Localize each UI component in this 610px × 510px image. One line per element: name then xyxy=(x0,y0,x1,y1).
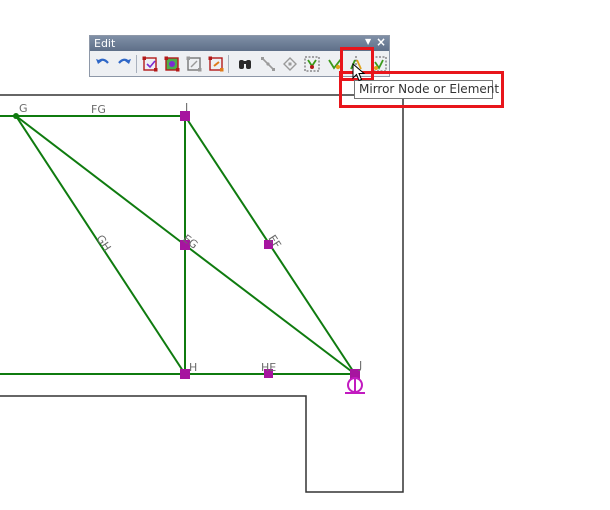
toolbar-separator xyxy=(136,55,137,73)
undo-icon xyxy=(96,58,109,64)
divide-element-icon xyxy=(261,57,275,71)
member-mid-j xyxy=(184,244,356,375)
move-node-icon xyxy=(208,56,224,72)
toolbar-separator xyxy=(228,55,229,73)
toolbar-title: Edit xyxy=(94,37,116,50)
merge-nodes-icon xyxy=(164,56,180,72)
merge-nodes-button[interactable] xyxy=(163,54,181,74)
node-label-g: G xyxy=(19,102,28,115)
member-label-fg: FG xyxy=(91,103,106,116)
dropdown-arrow-icon[interactable]: ▼ xyxy=(365,37,371,46)
delete-node-icon xyxy=(142,56,158,72)
truss-members xyxy=(0,115,356,375)
node-label-h: H xyxy=(189,361,197,374)
member-g-mid xyxy=(15,115,186,246)
redo-icon xyxy=(118,58,131,64)
move-node-button[interactable] xyxy=(207,54,225,74)
close-icon[interactable]: × xyxy=(376,35,386,49)
node-label-i: I xyxy=(185,101,188,114)
pin-support-icon xyxy=(345,377,365,394)
extrude-icon xyxy=(304,56,320,72)
rotate-node-icon xyxy=(283,57,297,71)
boundary-outline xyxy=(0,94,404,493)
copy-node-button[interactable] xyxy=(185,54,203,74)
tooltip: Mirror Node or Element xyxy=(354,80,499,99)
undo-button[interactable] xyxy=(94,54,112,74)
delete-node-button[interactable] xyxy=(141,54,159,74)
node-label-j: J xyxy=(358,359,362,372)
copy-node-icon xyxy=(186,56,202,72)
extrude-button[interactable] xyxy=(303,54,321,74)
find-icon xyxy=(239,60,251,69)
find-button[interactable] xyxy=(236,54,254,74)
mouse-cursor-icon xyxy=(352,63,366,82)
redo-button[interactable] xyxy=(115,54,133,74)
divide-element-button[interactable] xyxy=(259,54,277,74)
rotate-node-button[interactable] xyxy=(281,54,299,74)
member-label-he: HE xyxy=(261,361,276,374)
member-label-gh: GH xyxy=(93,233,113,254)
